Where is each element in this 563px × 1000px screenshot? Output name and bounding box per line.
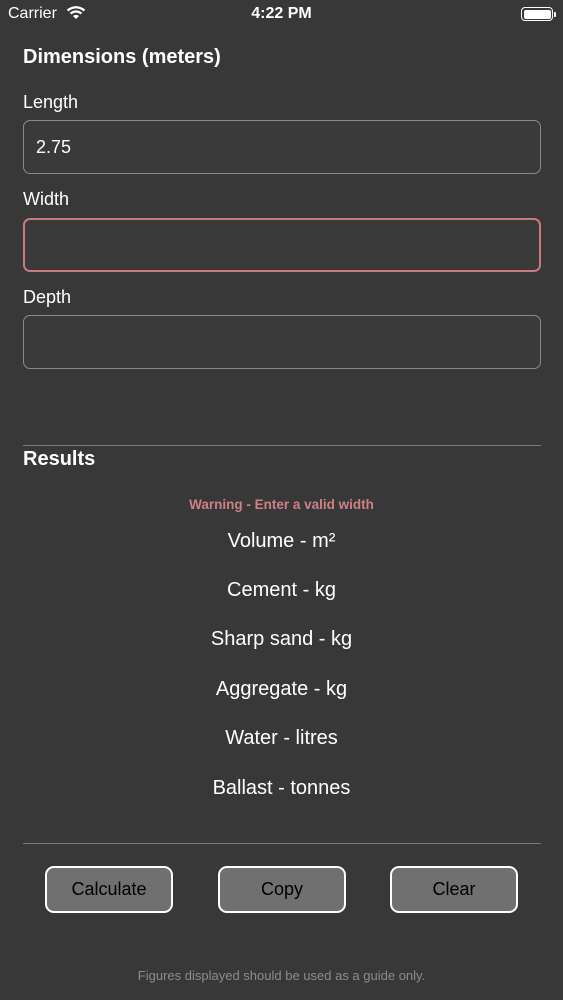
copy-button[interactable]: Copy [218, 866, 346, 913]
calculate-button[interactable]: Calculate [45, 866, 173, 913]
volume-result: Volume - m² [227, 530, 336, 552]
length-label: Length [23, 92, 79, 112]
length-input[interactable] [23, 120, 541, 174]
status-time: 4:22 PM [251, 5, 312, 22]
footer-disclaimer: Figures displayed should be used as a gu… [137, 968, 426, 983]
depth-input[interactable] [23, 315, 541, 369]
depth-label: Depth [23, 287, 72, 307]
buttons-divider [23, 843, 541, 844]
water-result: Water - litres [225, 727, 338, 749]
cement-result: Cement - kg [227, 579, 336, 601]
status-bar: Carrier 4:22 PM [0, 0, 563, 30]
warning-message: Warning - Enter a valid width [189, 497, 374, 512]
width-input[interactable] [23, 218, 541, 272]
ballast-result: Ballast - tonnes [212, 777, 351, 799]
dimensions-title: Dimensions (meters) [23, 46, 221, 68]
results-divider [23, 445, 541, 446]
clear-button[interactable]: Clear [390, 866, 518, 913]
results-title: Results [23, 448, 96, 470]
aggregate-result: Aggregate - kg [215, 678, 348, 700]
battery-icon [521, 7, 556, 21]
width-label: Width [23, 189, 70, 209]
sharp-sand-result: Sharp sand - kg [210, 628, 353, 650]
